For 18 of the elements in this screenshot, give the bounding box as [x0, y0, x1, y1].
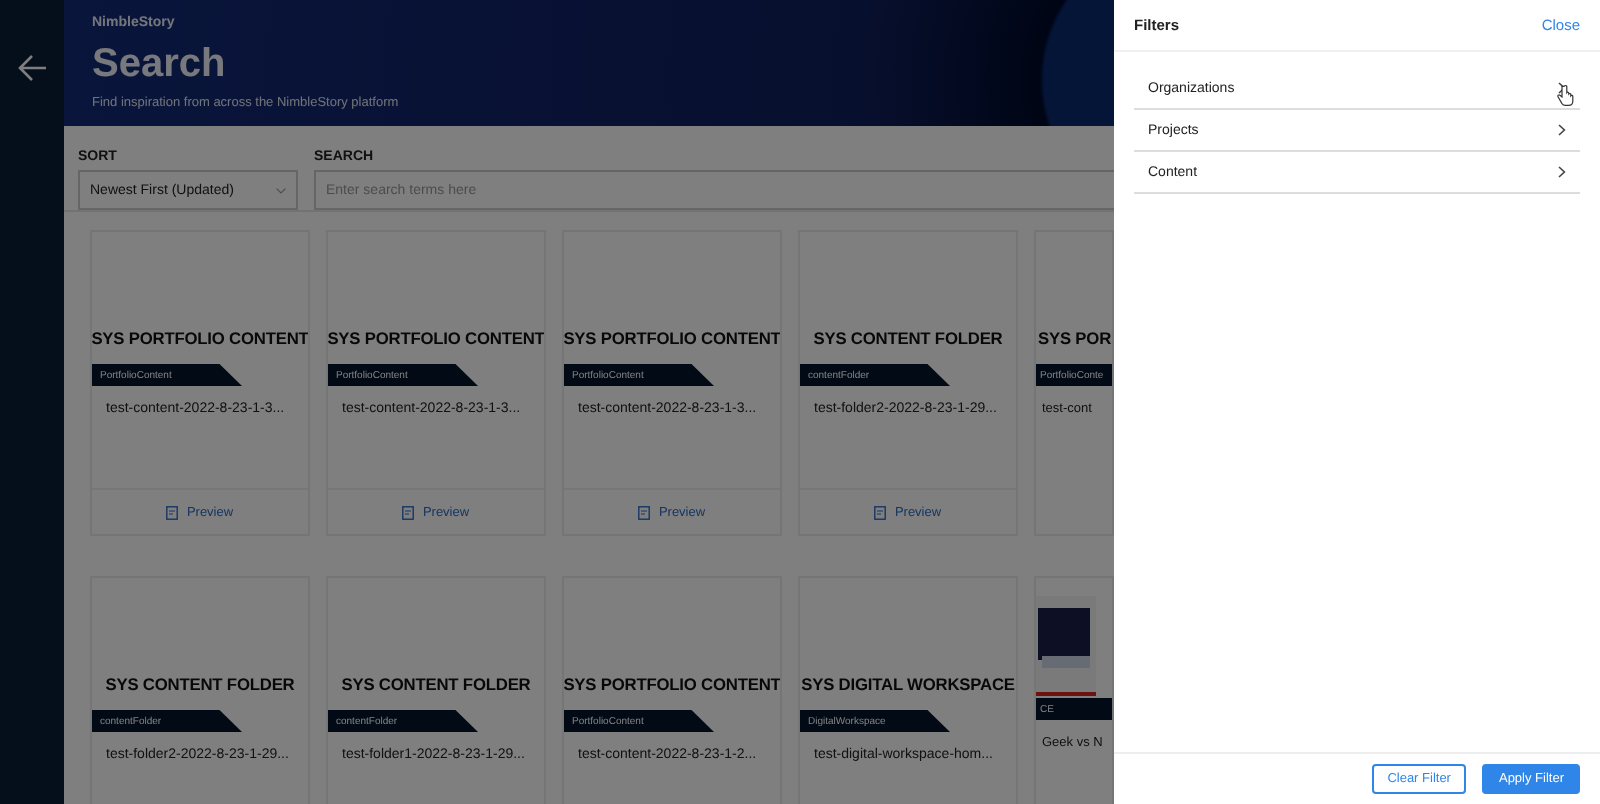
card-title: SYS PORTFOLIO CONTENT: [564, 672, 780, 694]
card-title: SYS PORTFOLIO CONTENT: [564, 326, 780, 348]
document-icon: [402, 505, 415, 519]
caret-icon: [276, 187, 286, 193]
card-title: SYS CONTENT FOLDER: [103, 672, 297, 694]
card-title: SYS CONTENT FOLDER: [339, 672, 533, 694]
card-title: SYS CONTENT FOLDER: [811, 326, 1005, 348]
document-icon: [166, 505, 179, 519]
back-arrow-icon[interactable]: [17, 54, 47, 82]
card-title: SYS POR: [1036, 326, 1112, 348]
chevron-right-icon: [1558, 166, 1566, 178]
chevron-right-icon: [1558, 124, 1566, 136]
page-title: Search: [92, 44, 226, 84]
card-title: SYS PORTFOLIO CONTENT: [92, 326, 308, 348]
document-icon: [874, 505, 887, 519]
card-title: SYS PORTFOLIO CONTENT: [328, 326, 544, 348]
card-title: SYS DIGITAL WORKSPACE: [800, 672, 1016, 694]
document-icon: [638, 505, 651, 519]
